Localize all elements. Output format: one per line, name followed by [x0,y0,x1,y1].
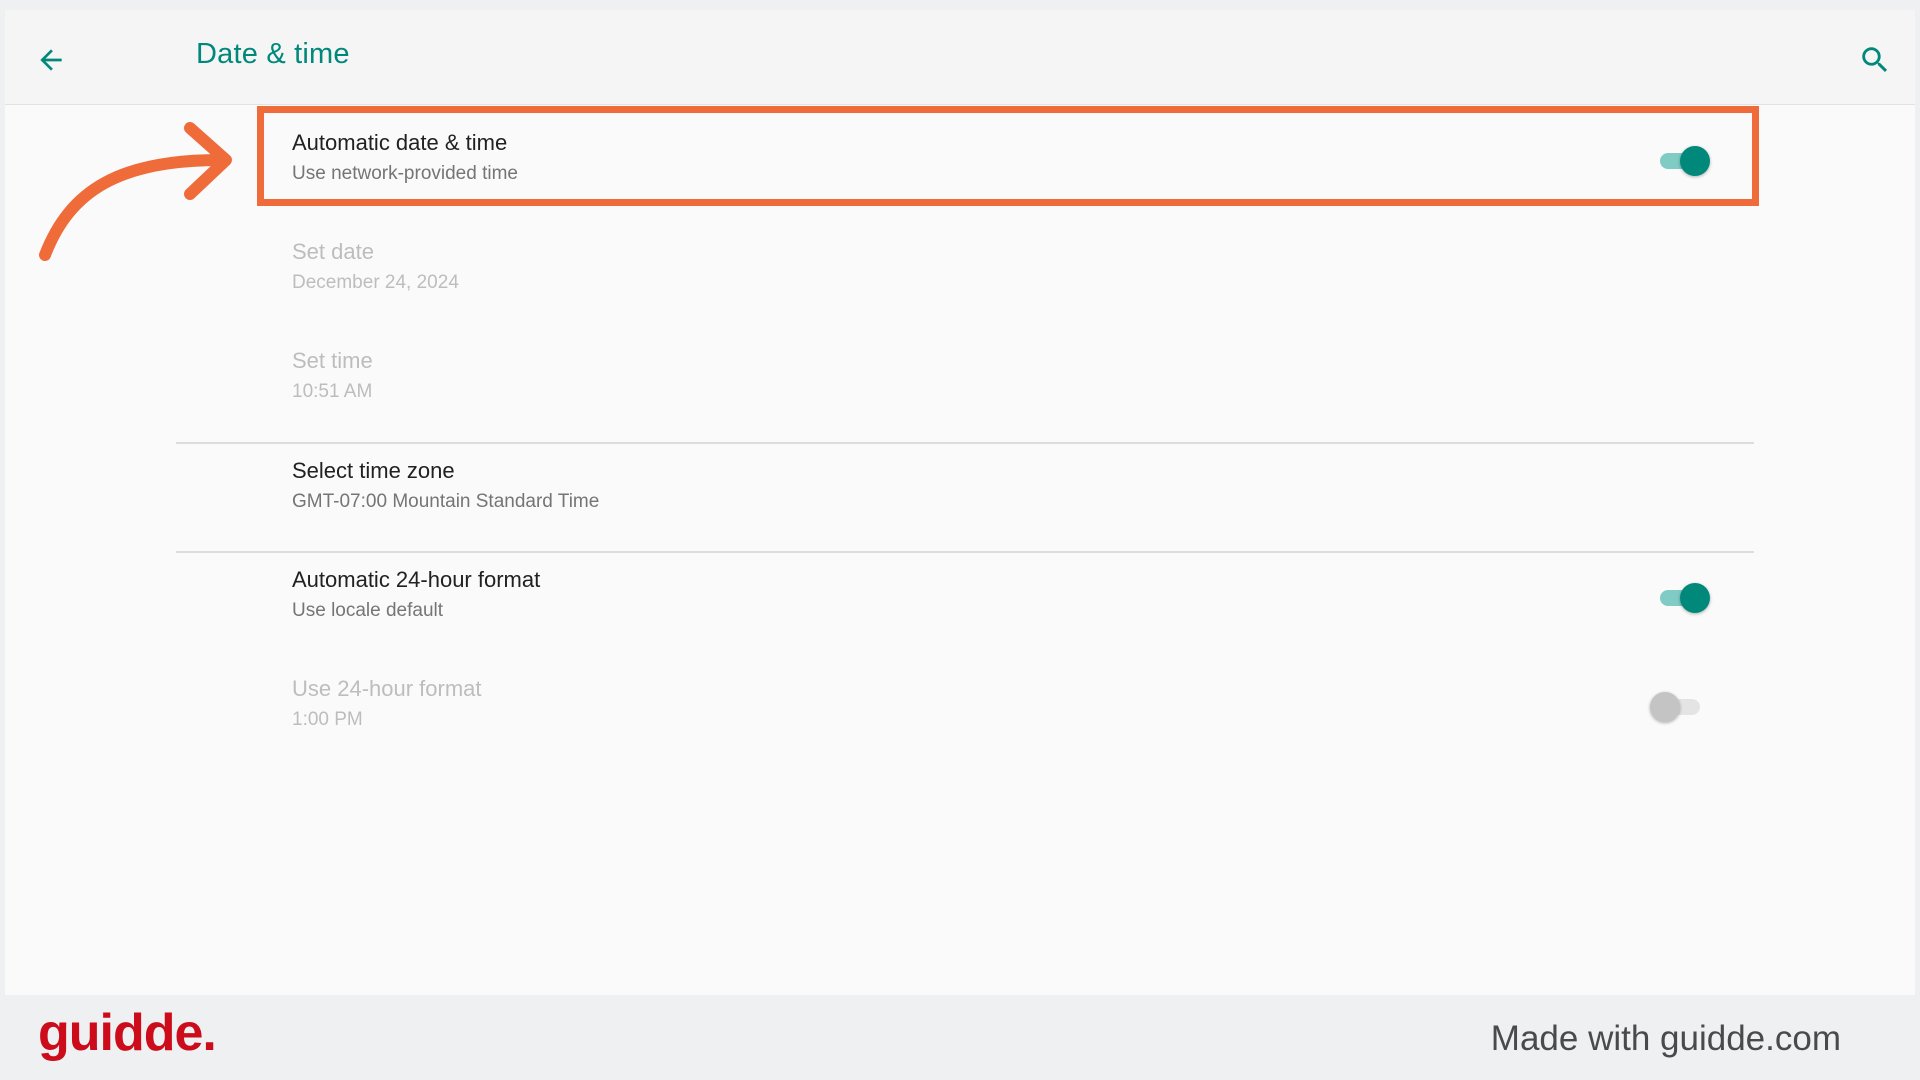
use-24-hour-toggle[interactable] [1650,690,1706,724]
back-button[interactable] [27,36,75,84]
footer-bar: guidde. Made with guidde.com [0,995,1920,1080]
made-with-text: Made with guidde.com [1490,1019,1841,1058]
setting-summary: 1:00 PM [292,709,363,730]
setting-set-date[interactable]: Set date December 24, 2024 [176,217,1754,326]
arrow-back-icon [40,49,62,71]
setting-title: Set time [292,348,373,373]
setting-title: Use 24-hour format [292,676,482,701]
setting-select-time-zone[interactable]: Select time zone GMT-07:00 Mountain Stan… [176,436,1754,545]
search-button[interactable] [1851,36,1899,84]
setting-title: Automatic date & time [292,130,508,155]
setting-title: Set date [292,239,374,264]
setting-summary: GMT-07:00 Mountain Standard Time [292,491,600,512]
toggle-thumb [1650,692,1680,722]
setting-use-24-hour-format[interactable]: Use 24-hour format 1:00 PM [176,654,1754,763]
setting-summary: Use network-provided time [292,163,518,184]
setting-title: Automatic 24-hour format [292,567,541,592]
toggle-thumb [1680,146,1710,176]
setting-summary: Use locale default [292,600,444,621]
screenshot-frame: Date & time Automatic date & time Use ne… [0,0,1920,1080]
automatic-date-time-toggle[interactable] [1656,144,1712,178]
setting-automatic-date-time[interactable]: Automatic date & time Use network-provid… [176,108,1754,217]
toggle-thumb [1680,583,1710,613]
setting-summary: December 24, 2024 [292,272,459,293]
page-title: Date & time [196,38,350,70]
setting-automatic-24-hour-format[interactable]: Automatic 24-hour format Use locale defa… [176,545,1754,654]
setting-set-time[interactable]: Set time 10:51 AM [176,326,1754,435]
search-icon [1862,47,1888,73]
app-bar: Date & time [5,10,1915,105]
setting-summary: 10:51 AM [292,381,373,402]
automatic-24-hour-toggle[interactable] [1656,581,1712,615]
setting-title: Select time zone [292,458,455,483]
settings-screen: Date & time Automatic date & time Use ne… [5,10,1915,995]
brand-logo: guidde. [38,1004,217,1062]
